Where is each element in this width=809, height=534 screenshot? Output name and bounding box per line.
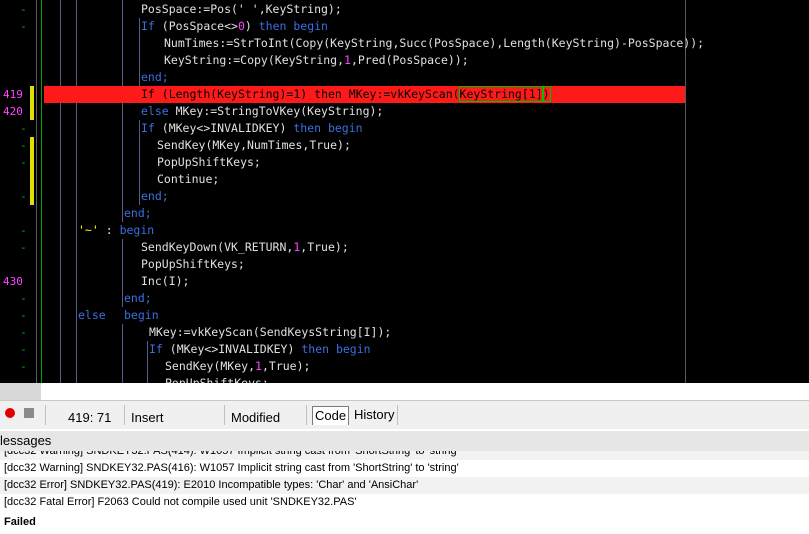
code-line[interactable]: end;: [0, 69, 809, 86]
code-text: If (Length(KeyString)=1) then MKey:=vkKe…: [141, 86, 551, 102]
code-line[interactable]: MKey:=vkKeyScan(SendKeysString[I]);: [0, 324, 809, 341]
code-text: PosSpace:=Pos(' ',KeyString);: [141, 2, 342, 16]
message-item[interactable]: [dcc32 Error] SNDKEY32.PAS(419): E2010 I…: [0, 477, 809, 494]
code-line[interactable]: If (MKey<>INVALIDKEY) then begin: [0, 120, 809, 137]
code-text: SendKey(MKey,1,True);: [165, 359, 311, 373]
code-line[interactable]: PopUpShiftKeys;: [0, 375, 809, 383]
tab-history[interactable]: History: [352, 406, 396, 424]
insert-mode: Insert: [131, 410, 164, 425]
error-highlight-line[interactable]: If (Length(KeyString)=1) then MKey:=vkKe…: [44, 86, 685, 103]
build-result: Failed: [4, 516, 36, 528]
code-line[interactable]: end;: [0, 290, 809, 307]
status-divider: [224, 405, 225, 425]
code-line[interactable]: SendKey(MKey,NumTimes,True);: [0, 137, 809, 154]
code-text: SendKey(MKey,NumTimes,True);: [157, 138, 351, 152]
code-line[interactable]: Continue;: [0, 171, 809, 188]
code-line[interactable]: PopUpShiftKeys;: [0, 256, 809, 273]
code-text: end;: [141, 70, 169, 84]
code-line[interactable]: If (PosSpace<>0) then begin: [0, 18, 809, 35]
code-line[interactable]: SendKeyDown(VK_RETURN,1,True);: [0, 239, 809, 256]
code-text: SendKeyDown(VK_RETURN,1,True);: [141, 240, 349, 254]
code-line[interactable]: If (MKey<>INVALIDKEY) then begin: [0, 341, 809, 358]
code-text: '~' : begin: [78, 223, 155, 237]
modified-indicator: Modified: [231, 410, 281, 425]
code-text: begin: [124, 308, 159, 322]
bracket-match: ): [541, 86, 551, 102]
code-text: If (MKey<>INVALIDKEY) then begin: [149, 342, 371, 356]
stop-macro-icon[interactable]: [24, 408, 34, 418]
code-line[interactable]: end;: [0, 205, 809, 222]
code-line[interactable]: NumTimes:=StrToInt(Copy(KeyString,Succ(P…: [0, 35, 809, 52]
code-text: NumTimes:=StrToInt(Copy(KeyString,Succ(P…: [164, 36, 705, 50]
status-divider: [306, 405, 307, 425]
code-text: Inc(I);: [141, 274, 190, 288]
code-text: end;: [141, 189, 169, 203]
code-text: Continue;: [157, 172, 220, 186]
code-text: PopUpShiftKeys;: [141, 257, 245, 271]
code-line[interactable]: '~' : begin: [0, 222, 809, 239]
horizontal-scrollbar[interactable]: [0, 383, 41, 400]
message-item[interactable]: [dcc32 Fatal Error] F2063 Could not comp…: [0, 494, 809, 511]
record-macro-icon[interactable]: [5, 408, 15, 418]
code-text: KeyString:=Copy(KeyString,1,Pred(PosSpac…: [164, 53, 469, 67]
code-line[interactable]: PopUpShiftKeys;: [0, 154, 809, 171]
status-divider: [45, 405, 46, 425]
status-divider: [124, 405, 125, 425]
code-text: end;: [124, 206, 152, 220]
code-text: MKey:=vkKeyScan(SendKeysString[I]);: [149, 325, 392, 339]
code-editor[interactable]: - - 419 420 - - - - - - 430 - - - - - Po…: [0, 0, 809, 383]
bracket-match: KeyString[1]: [458, 86, 544, 102]
status-divider: [397, 405, 398, 425]
code-line[interactable]: end;: [0, 188, 809, 205]
code-line[interactable]: Inc(I);: [0, 273, 809, 290]
message-item[interactable]: [dcc32 Warning] SNDKEY32.PAS(414): W1057…: [0, 451, 809, 460]
gutter-line-number: 419: [3, 88, 23, 101]
cursor-position: 419: 71: [68, 410, 112, 425]
code-line[interactable]: else MKey:=StringToVKey(KeyString);: [0, 103, 809, 120]
editor-status-bar: 419: 71 Insert Modified Code History: [0, 400, 809, 429]
messages-panel-title[interactable]: lessages: [0, 431, 809, 451]
message-item[interactable]: [dcc32 Warning] SNDKEY32.PAS(416): W1057…: [0, 460, 809, 477]
code-line[interactable]: KeyString:=Copy(KeyString,1,Pred(PosSpac…: [0, 52, 809, 69]
messages-list[interactable]: [dcc32 Warning] SNDKEY32.PAS(414): W1057…: [0, 451, 809, 534]
code-text: PopUpShiftKeys;: [157, 155, 261, 169]
code-text: PopUpShiftKeys;: [165, 376, 269, 383]
code-text: If (PosSpace<>0) then begin: [141, 19, 328, 33]
code-text: If (MKey<>INVALIDKEY) then begin: [141, 121, 363, 135]
tab-code[interactable]: Code: [312, 406, 350, 425]
code-line[interactable]: SendKey(MKey,1,True);: [0, 358, 809, 375]
code-line[interactable]: else begin: [0, 307, 809, 324]
code-line[interactable]: PosSpace:=Pos(' ',KeyString);: [0, 1, 809, 18]
code-text: end;: [124, 291, 152, 305]
code-text: else MKey:=StringToVKey(KeyString);: [141, 104, 384, 118]
code-text: else: [78, 308, 106, 322]
